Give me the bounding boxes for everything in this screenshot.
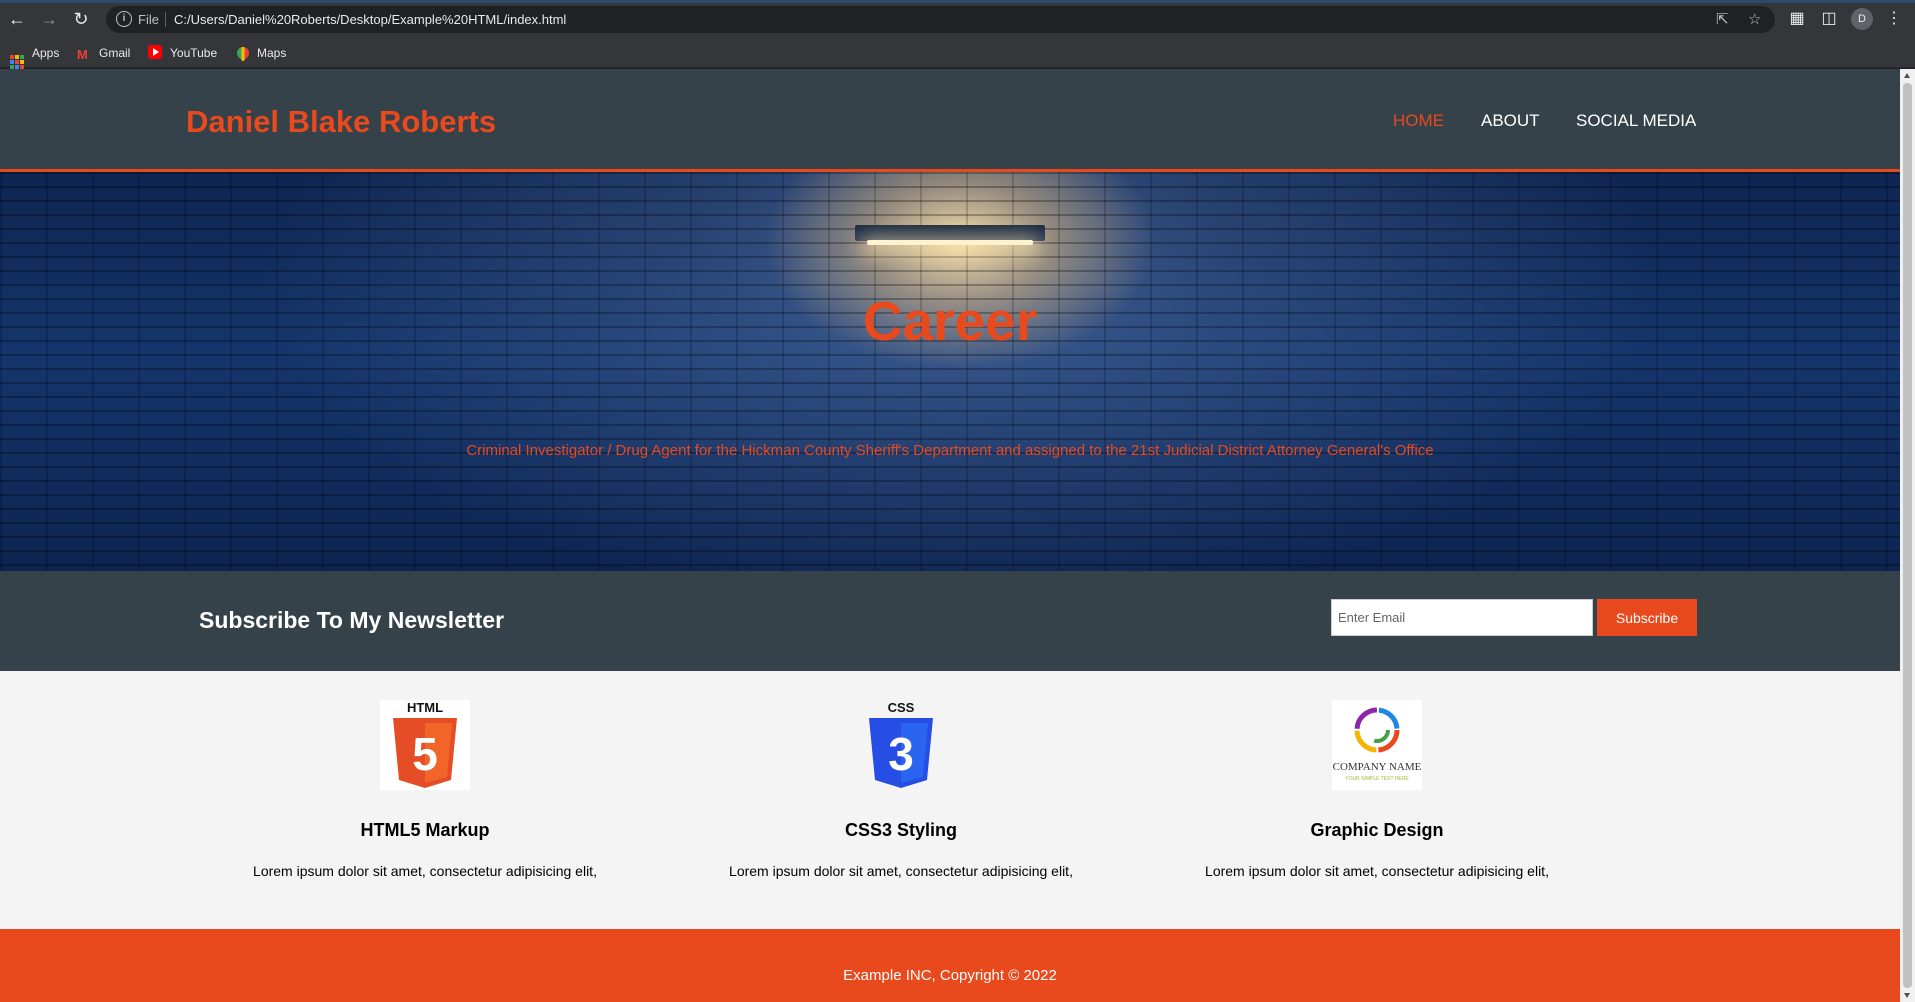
css3-glyph: 3 (888, 728, 914, 780)
bookmarks-bar: Apps M Gmail YouTube Maps (0, 38, 1915, 69)
nav-about[interactable]: ABOUT (1481, 111, 1540, 131)
side-panel-icon[interactable]: ◫ (1818, 8, 1840, 30)
nav-social-media[interactable]: SOCIAL MEDIA (1576, 111, 1696, 131)
box-text: Lorem ipsum dolor sit amet, consectetur … (1205, 863, 1549, 879)
site-info-icon[interactable]: i (116, 11, 132, 27)
scrollbar-thumb[interactable] (1903, 83, 1912, 988)
bookmark-youtube[interactable]: YouTube (148, 45, 217, 61)
address-bar[interactable]: i File C:/Users/Daniel%20Roberts/Desktop… (106, 6, 1775, 33)
box-title: HTML5 Markup (360, 820, 490, 840)
hero-subtitle: Criminal Investigator / Drug Agent for t… (466, 442, 1434, 459)
site-brand[interactable]: Daniel Blake Roberts (186, 104, 496, 140)
box-title: CSS3 Styling (844, 820, 958, 840)
bookmark-label: YouTube (170, 46, 218, 60)
html5-glyph: 5 (412, 728, 438, 780)
newsletter-title: Subscribe To My Newsletter (199, 607, 505, 633)
maps-icon (234, 44, 252, 62)
email-input[interactable] (1331, 599, 1593, 636)
box-text: Lorem ipsum dolor sit amet, consectetur … (729, 863, 1073, 879)
url-separator (165, 12, 166, 27)
hero-showcase: Career Criminal Investigator / Drug Agen… (0, 172, 1900, 571)
profile-avatar[interactable]: D (1851, 8, 1873, 30)
website: Daniel Blake Roberts HOME ABOUT SOCIAL M… (0, 69, 1900, 1002)
css3-logo: CSS 3 (856, 700, 946, 790)
site-footer: Example INC, Copyright © 2022 (0, 929, 1900, 1002)
bookmark-label: Maps (257, 46, 287, 60)
box-text: Lorem ipsum dolor sit amet, consectetur … (253, 863, 597, 879)
url-text[interactable]: C:/Users/Daniel%20Roberts/Desktop/Exampl… (174, 12, 566, 27)
company-name-caption: COMPANY NAME (1333, 761, 1422, 773)
html5-logo: HTML 5 (380, 700, 470, 790)
browser-toolbar: ← → ↻ i File C:/Users/Daniel%20Roberts/D… (0, 0, 1915, 38)
company-tagline: YOUR SIMPLE TEXT HERE (1345, 776, 1409, 782)
scroll-up-arrow-icon[interactable] (1904, 73, 1910, 78)
bookmark-label: Apps (32, 46, 60, 60)
bookmark-star-icon[interactable]: ☆ (1748, 11, 1761, 28)
box-title: Graphic Design (1310, 820, 1444, 840)
url-scheme-label: File (138, 12, 159, 27)
menu-kebab-icon[interactable]: ⋮ (1883, 8, 1905, 30)
hero-title: Career (862, 290, 1038, 352)
newsletter-section: Subscribe To My Newsletter Subscribe (0, 571, 1900, 671)
html5-caption: HTML (407, 700, 443, 715)
wall-lamp-image (855, 225, 1045, 245)
apps-grid-icon (10, 55, 24, 69)
share-icon[interactable]: ⇱ (1716, 11, 1729, 28)
site-header: Daniel Blake Roberts HOME ABOUT SOCIAL M… (0, 69, 1900, 172)
back-arrow-icon[interactable]: ← (6, 8, 28, 30)
page-viewport: Daniel Blake Roberts HOME ABOUT SOCIAL M… (0, 69, 1915, 1002)
reload-icon[interactable]: ↻ (70, 8, 92, 30)
bookmark-maps[interactable]: Maps (234, 44, 287, 62)
footer-copyright: Example INC, Copyright © 2022 (843, 967, 1057, 984)
vertical-scrollbar[interactable] (1900, 69, 1915, 1002)
youtube-icon (148, 45, 162, 59)
scroll-down-arrow-icon[interactable] (1904, 993, 1910, 998)
nav-home[interactable]: HOME (1393, 111, 1444, 131)
bookmark-apps[interactable]: Apps (10, 45, 60, 69)
bookmark-gmail[interactable]: M Gmail (77, 45, 131, 62)
company-logo: COMPANY NAME YOUR SIMPLE TEXT HERE (1332, 700, 1422, 790)
forward-arrow-icon[interactable]: → (38, 8, 60, 30)
css3-caption: CSS (888, 700, 915, 715)
subscribe-button[interactable]: Subscribe (1597, 599, 1697, 636)
bookmark-label: Gmail (99, 46, 131, 60)
gmail-icon: M (77, 47, 88, 62)
extensions-puzzle-icon[interactable]: ▦ (1786, 8, 1808, 30)
